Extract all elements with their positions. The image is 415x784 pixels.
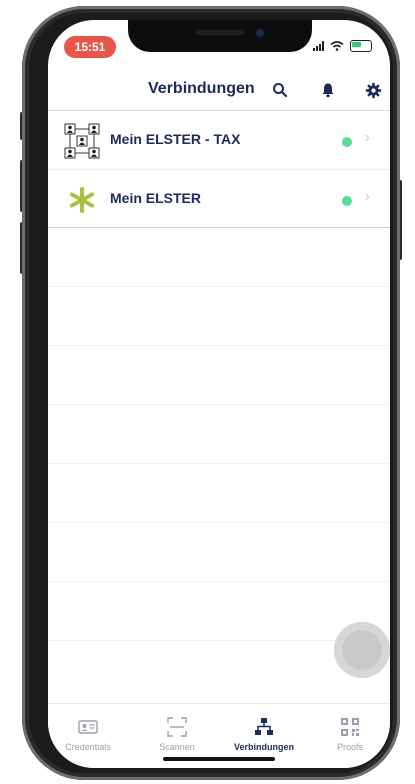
asterisk-icon [68,186,96,214]
network-icon [253,716,275,738]
status-time: 15:51 [64,36,116,58]
header: Verbindungen [48,70,390,110]
row-divider [48,227,390,228]
empty-row-line [48,345,390,346]
tab-label: Verbindungen [233,742,294,752]
status-dot [342,137,352,147]
signal-icon [313,41,324,51]
connection-label: Mein ELSTER - TAX [110,131,241,147]
empty-row-line [48,404,390,405]
notch [128,20,312,52]
status-dot [342,196,352,206]
tab-credentials[interactable]: Credentials [48,716,128,752]
scan-frame-icon [166,716,188,738]
home-indicator [163,757,275,761]
empty-row-line [48,463,390,464]
tab-verbindungen[interactable]: Verbindungen [224,716,304,752]
wifi-icon [330,41,344,51]
connection-label: Mein ELSTER [110,190,202,206]
tab-label: Proofs [336,742,363,752]
qr-code-icon [339,716,361,738]
network-people-icon [64,123,100,159]
tab-proofs[interactable]: Proofs [310,716,390,752]
empty-row-line [48,286,390,287]
status-icons [313,40,372,52]
chevron-right-icon: › [364,129,370,146]
tab-label: Credentials [65,742,111,752]
id-card-icon [77,716,99,738]
empty-row-line [48,581,390,582]
page-title: Verbindungen [148,80,255,97]
tab-label: Scannen [159,742,195,752]
app-screen: 15:51 Verbindungen Mein ELSTER - TAX › M… [48,20,390,768]
tab-scannen[interactable]: Scannen [137,716,217,752]
empty-row-line [48,522,390,523]
camera [256,29,264,37]
bell-icon[interactable] [316,78,340,102]
search-icon[interactable] [268,78,292,102]
chevron-right-icon: › [364,188,370,205]
connection-row[interactable]: Mein ELSTER - TAX › [48,111,390,169]
assistive-touch-button[interactable] [334,622,390,678]
speaker [196,30,244,35]
gear-icon[interactable] [361,78,385,102]
battery-icon [350,40,372,52]
connection-row[interactable]: Mein ELSTER › [48,170,390,228]
